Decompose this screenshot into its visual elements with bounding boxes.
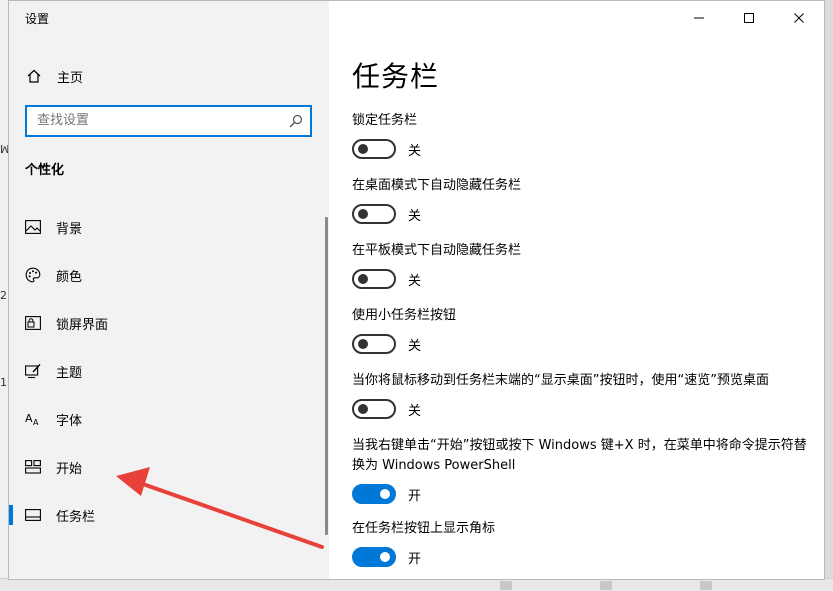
sidebar-item-label: 主题 <box>56 365 83 381</box>
toggle-badges[interactable]: 开 <box>352 547 812 567</box>
toggle-switch[interactable] <box>352 204 396 224</box>
toggle-state: 开 <box>408 551 422 567</box>
taskbar-icon <box>24 506 42 524</box>
toggle-switch[interactable] <box>352 269 396 289</box>
setting-label: 在平板模式下自动隐藏任务栏 <box>352 243 522 258</box>
maximize-button[interactable] <box>724 1 774 35</box>
sidebar-item-label: 字体 <box>56 413 83 429</box>
toggle-peek-desktop[interactable]: 关 <box>352 399 812 419</box>
search-box[interactable] <box>25 105 312 137</box>
sidebar-item-label: 开始 <box>56 461 83 477</box>
palette-icon <box>24 266 42 284</box>
sidebar-item-fonts[interactable]: AA 字体 <box>9 397 329 441</box>
setting-label: 在任务栏按钮上显示角标 <box>352 521 496 536</box>
font-icon: AA <box>24 410 42 428</box>
settings-window: 设置 主页 个性化 背景 颜色 <box>8 0 825 580</box>
setting-label: 使用小任务栏按钮 <box>352 308 457 323</box>
toggle-state: 关 <box>408 143 422 159</box>
selected-indicator <box>9 505 13 525</box>
close-button[interactable] <box>774 1 824 35</box>
toggle-state: 关 <box>408 338 422 354</box>
setting-peek-desktop: 当你将鼠标移动到任务栏末端的“显示桌面”按钮时，使用“速览”预览桌面 关 <box>352 371 812 419</box>
sidebar-item-label: 背景 <box>56 221 83 237</box>
toggle-powershell[interactable]: 开 <box>352 484 812 504</box>
svg-text:A: A <box>25 412 33 425</box>
home-icon <box>25 67 43 85</box>
setting-label: 当我右键单击“开始”按钮或按下 Windows 键+X 时，在菜单中将命令提示符… <box>352 438 807 473</box>
theme-icon <box>24 362 42 380</box>
sidebar-item-themes[interactable]: 主题 <box>9 349 329 393</box>
main-panel: 任务栏 锁定任务栏 关 在桌面模式下自动隐藏任务栏 关 在平板模式下自动隐藏任务… <box>329 1 824 579</box>
setting-autohide-tablet: 在平板模式下自动隐藏任务栏 关 <box>352 241 812 289</box>
picture-icon <box>24 218 42 236</box>
toggle-switch[interactable] <box>352 139 396 159</box>
toggle-state: 关 <box>408 273 422 289</box>
sidebar-scrollbar[interactable] <box>325 217 328 535</box>
setting-label: 当你将鼠标移动到任务栏末端的“显示桌面”按钮时，使用“速览”预览桌面 <box>352 373 769 388</box>
sidebar-item-label: 任务栏 <box>56 509 96 525</box>
svg-text:A: A <box>33 418 39 427</box>
background-text-fragment: 2 <box>0 289 7 302</box>
toggle-autohide-desktop[interactable]: 关 <box>352 204 812 224</box>
sidebar: 设置 主页 个性化 背景 颜色 <box>9 1 329 579</box>
sidebar-item-lock-screen[interactable]: 锁屏界面 <box>9 301 329 345</box>
window-title: 设置 <box>25 12 50 26</box>
search-icon[interactable] <box>288 113 304 129</box>
page-title: 任务栏 <box>352 60 440 93</box>
setting-label: 锁定任务栏 <box>352 113 418 128</box>
sidebar-item-background[interactable]: 背景 <box>9 205 329 249</box>
minimize-button[interactable] <box>674 1 724 35</box>
toggle-switch[interactable] <box>352 484 396 504</box>
sidebar-item-label: 锁屏界面 <box>56 317 109 333</box>
home-label: 主页 <box>57 70 84 86</box>
background-text-fragment: 1 <box>0 376 7 389</box>
sidebar-item-colors[interactable]: 颜色 <box>9 253 329 297</box>
toggle-autohide-tablet[interactable]: 关 <box>352 269 812 289</box>
setting-label: 在桌面模式下自动隐藏任务栏 <box>352 178 522 193</box>
setting-powershell: 当我右键单击“开始”按钮或按下 Windows 键+X 时，在菜单中将命令提示符… <box>352 436 812 504</box>
toggle-state: 关 <box>408 403 422 419</box>
caption-buttons <box>674 1 824 35</box>
minimize-icon <box>693 9 705 28</box>
sidebar-item-label: 颜色 <box>56 269 83 285</box>
sidebar-item-start[interactable]: 开始 <box>9 445 329 489</box>
lock-screen-icon <box>24 314 42 332</box>
setting-small-buttons: 使用小任务栏按钮 关 <box>352 306 812 354</box>
setting-badges: 在任务栏按钮上显示角标 开 <box>352 519 812 567</box>
close-icon <box>793 9 805 28</box>
toggle-switch[interactable] <box>352 399 396 419</box>
toggle-lock-taskbar[interactable]: 关 <box>352 139 812 159</box>
toggle-switch[interactable] <box>352 334 396 354</box>
toggle-state: 关 <box>408 208 422 224</box>
search-input[interactable] <box>27 107 277 133</box>
setting-lock-taskbar: 锁定任务栏 关 <box>352 111 812 159</box>
toggle-small-buttons[interactable]: 关 <box>352 334 812 354</box>
start-icon <box>24 458 42 476</box>
home-link[interactable]: 主页 <box>25 64 83 88</box>
setting-autohide-desktop: 在桌面模式下自动隐藏任务栏 关 <box>352 176 812 224</box>
sidebar-item-taskbar[interactable]: 任务栏 <box>9 493 329 537</box>
toggle-switch[interactable] <box>352 547 396 567</box>
toggle-state: 开 <box>408 488 422 504</box>
section-title: 个性化 <box>25 163 65 178</box>
maximize-icon <box>743 9 755 28</box>
